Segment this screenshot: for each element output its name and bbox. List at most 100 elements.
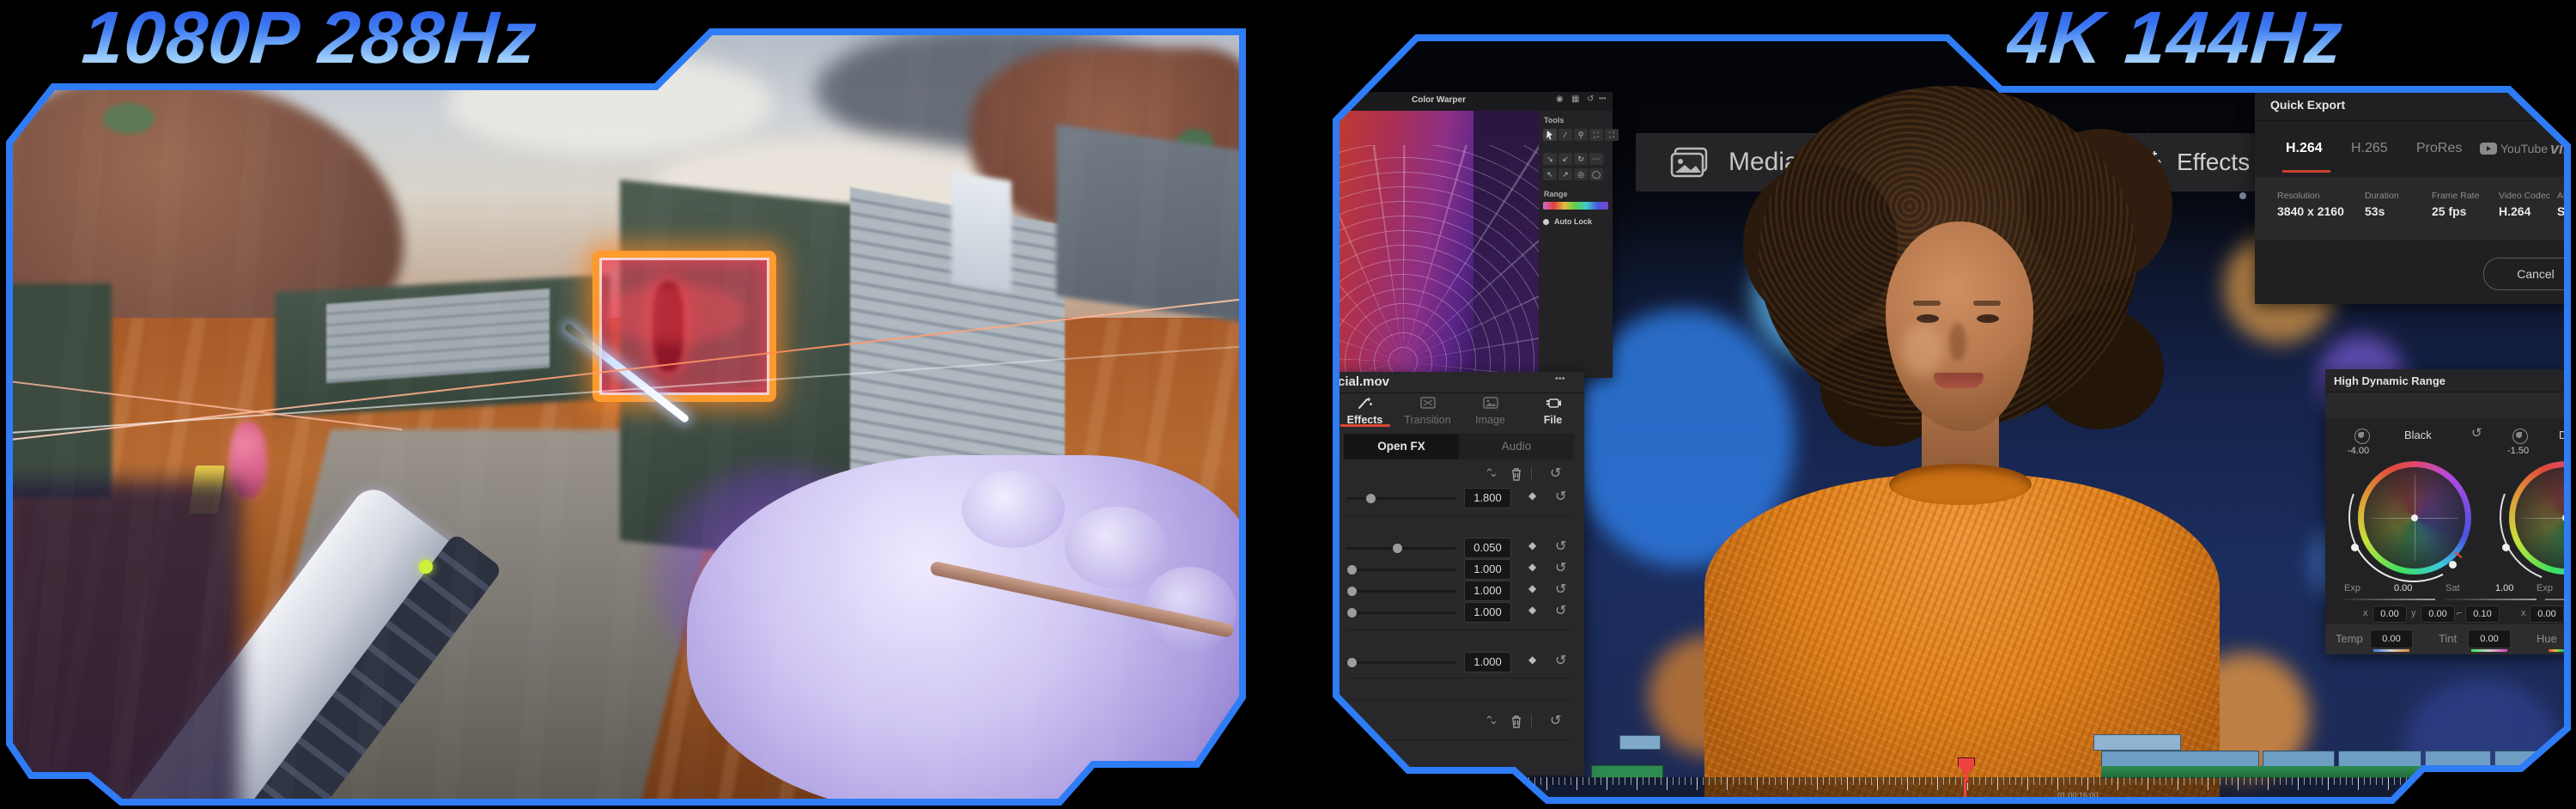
slider-track[interactable] [1346, 544, 1456, 553]
inspector-more-icon[interactable]: ••• [1555, 374, 1565, 384]
warp-tool-button[interactable]: ↖ [1543, 168, 1557, 180]
keyframe-diamond-icon[interactable]: ◆ [1528, 582, 1536, 594]
z-value[interactable]: 0.10 [2465, 605, 2500, 623]
warp-tool-button[interactable]: ↗ [1558, 168, 1572, 180]
x-value[interactable]: 0.00 [2372, 605, 2407, 623]
audio-button[interactable]: Audio [1459, 434, 1574, 459]
arc-handle[interactable] [2502, 544, 2510, 551]
keyframe-diamond-icon[interactable]: ◆ [1528, 539, 1536, 551]
wheel-view-icon[interactable]: ◉ [1556, 94, 1564, 104]
timeline-clip[interactable] [2338, 751, 2421, 767]
y-value[interactable]: 0.00 [2421, 605, 2455, 623]
pick-tool-button[interactable]: ⚲ [1574, 129, 1588, 141]
timeline-clip[interactable] [2101, 751, 2259, 767]
grid-view-icon[interactable]: ▦ [1571, 94, 1579, 104]
exp-slider[interactable] [2342, 599, 2435, 600]
auto-lock-toggle[interactable] [1543, 218, 1549, 225]
slider-value[interactable]: 1.800 [1464, 488, 1511, 508]
reorder-chevrons-icon[interactable]: ⌃⌄ [1485, 714, 1498, 727]
temp-value[interactable]: 0.00 [2370, 630, 2413, 648]
warp-tool-button[interactable]: ↘ [1543, 153, 1557, 165]
reset-icon[interactable]: ↺ [1587, 94, 1594, 104]
expand-tool-button[interactable]: ⛶ [1589, 129, 1603, 141]
slider-handle[interactable] [1347, 565, 1358, 575]
tab-transition[interactable]: Transition [1396, 392, 1459, 429]
auto-lock-row[interactable]: Auto Lock [1543, 217, 1592, 226]
reset-icon[interactable]: ↺ [1555, 602, 1566, 619]
tab-h265[interactable]: H.265 [2351, 141, 2388, 156]
tab-file[interactable]: File [1522, 392, 1584, 429]
exp-value[interactable]: 0.00 [2394, 583, 2412, 593]
slider-value[interactable]: 1.000 [1464, 652, 1511, 672]
tab-h264[interactable]: H.264 [2286, 141, 2323, 156]
pointer-tool-button[interactable] [1543, 129, 1557, 141]
tab-image[interactable]: Image [1459, 392, 1522, 429]
trash-icon[interactable] [1510, 715, 1522, 728]
tab-prores[interactable]: ProRes [2416, 141, 2462, 156]
timeline-end-marker[interactable] [2562, 733, 2565, 778]
slider-track[interactable] [1346, 494, 1456, 503]
exp-slider[interactable] [2545, 599, 2567, 600]
x-value[interactable]: 0.00 [2530, 605, 2564, 623]
keyframe-diamond-icon[interactable]: ◆ [1528, 561, 1536, 573]
more-tools-button[interactable]: ⋯ [1589, 153, 1603, 165]
reset-all-icon[interactable]: ↺ [1550, 712, 1561, 729]
timeline-ruler[interactable]: 01:00:16:00 01:00:18:00 [1336, 777, 2567, 800]
slider-value[interactable]: 1.000 [1464, 602, 1511, 623]
open-fx-button[interactable]: Open FX [1344, 434, 1459, 459]
reset-icon[interactable]: ↺ [1555, 581, 1566, 598]
slider-handle[interactable] [1347, 587, 1358, 596]
slider-value[interactable]: 1.000 [1464, 559, 1511, 580]
keyframe-diamond-icon[interactable]: ◆ [1528, 654, 1536, 666]
sat-slider[interactable] [2444, 599, 2537, 600]
wheel-value[interactable]: -4.00 [2348, 446, 2369, 456]
fullscreen-tool-button[interactable]: ⛶ [1605, 129, 1619, 141]
color-wheel-dark[interactable] [2478, 430, 2567, 604]
timeline-clip[interactable] [1619, 735, 1661, 750]
draw-tool-button[interactable]: ∕ [1558, 129, 1572, 141]
slider-handle[interactable] [1347, 658, 1358, 667]
slider-value[interactable]: 1.000 [1464, 581, 1511, 601]
timeline-audio-track[interactable] [2101, 766, 2567, 778]
timeline-clip[interactable] [2263, 751, 2335, 767]
wheel-center-dot[interactable] [2411, 514, 2418, 521]
arc-handle[interactable] [2449, 561, 2457, 569]
keyframe-diamond-icon[interactable]: ◆ [1528, 604, 1536, 616]
keyframe-diamond-icon[interactable]: ◆ [1528, 490, 1536, 502]
trash-icon[interactable] [1510, 467, 1522, 481]
warp-tool-button[interactable]: ↙ [1558, 153, 1572, 165]
timeline-clip[interactable] [2425, 751, 2491, 767]
slider-handle[interactable] [1366, 494, 1376, 503]
timeline-audio-clip[interactable] [1591, 765, 1663, 778]
timeline-clip[interactable] [2494, 751, 2567, 767]
timeline-clip[interactable] [2093, 734, 2181, 751]
reset-icon[interactable]: ↺ [1555, 559, 1566, 576]
tab-youtube[interactable]: YouTube [2500, 142, 2548, 155]
reset-icon[interactable]: ↺ [1555, 652, 1566, 669]
slider-track[interactable] [1346, 658, 1456, 667]
lasso-tool-button[interactable]: ◯ [1589, 168, 1603, 180]
rotate-tool-button[interactable]: ↻ [1574, 153, 1588, 165]
slider-handle[interactable] [1392, 544, 1402, 553]
reset-icon[interactable]: ↺ [1555, 538, 1566, 555]
tab-effects[interactable]: Effects [1336, 392, 1396, 429]
sat-value[interactable]: 1.00 [2495, 583, 2513, 593]
color-wheel-black[interactable] [2327, 430, 2500, 604]
slider-handle[interactable] [1347, 608, 1358, 617]
slider-track[interactable] [1346, 608, 1456, 617]
warper-color-field[interactable] [1336, 111, 1539, 378]
hue-value[interactable]: 0.00 [2564, 630, 2567, 648]
wheel-reset-icon[interactable]: ↺ [2471, 425, 2482, 441]
wheel-center-dot[interactable] [2562, 514, 2567, 521]
more-icon[interactable]: ••• [1599, 94, 1606, 102]
page-indicator-dot[interactable] [2239, 192, 2246, 199]
reset-all-icon[interactable]: ↺ [1550, 465, 1561, 482]
cancel-button[interactable]: Cancel [2483, 258, 2567, 290]
slider-track[interactable] [1346, 587, 1456, 596]
wheel-value[interactable]: -1.50 [2507, 446, 2529, 456]
arc-handle[interactable] [2351, 544, 2359, 551]
tab-vimeo[interactable]: vimeo [2550, 140, 2567, 158]
playhead[interactable] [1958, 757, 1975, 800]
zone-icon[interactable] [2354, 429, 2370, 444]
zone-icon[interactable] [2512, 429, 2528, 444]
